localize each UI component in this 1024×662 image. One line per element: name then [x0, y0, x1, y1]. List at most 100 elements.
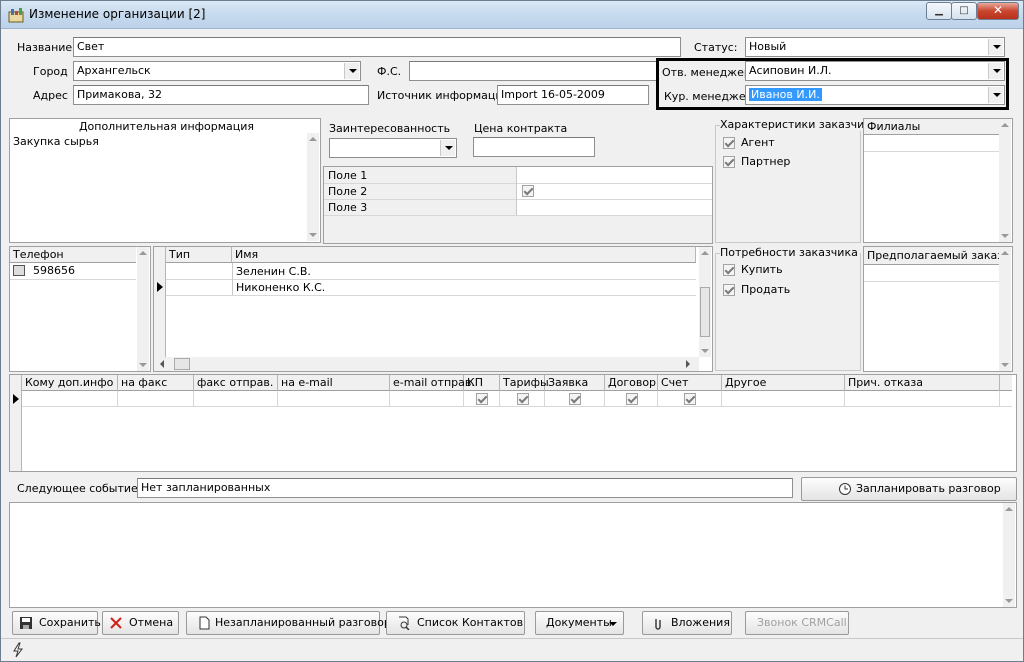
sell-checkbox[interactable]	[723, 284, 735, 296]
dispatch-cell-11[interactable]	[845, 391, 1000, 407]
agent-checkbox[interactable]	[723, 137, 735, 149]
dispatch-cell-6[interactable]	[500, 391, 545, 407]
attachments-label: Вложения	[671, 616, 730, 629]
cur-manager-combo[interactable]: Иванов И.И.	[745, 85, 1005, 105]
custom-field-2-checkbox[interactable]	[522, 185, 534, 197]
scroll-up-icon[interactable]	[1005, 507, 1013, 511]
chevron-down-icon[interactable]	[988, 87, 1003, 103]
dispatch-cell-7[interactable]	[545, 391, 605, 407]
dispatch-cell-2[interactable]	[194, 391, 278, 407]
contact-row-2-name[interactable]: Никоненко К.С.	[236, 281, 325, 294]
dispatch-col-4[interactable]: e-mail отправ.	[390, 375, 475, 391]
dispatch-col-5[interactable]: КП	[464, 375, 500, 391]
crm-call-button[interactable]: Звонок CRMCall	[745, 611, 849, 635]
dispatch-checkbox[interactable]	[569, 393, 581, 405]
name-field[interactable]: Свет	[73, 37, 681, 57]
additional-info-text[interactable]: Закупка сырья	[13, 135, 99, 148]
contacts-list-button[interactable]: Список Контактов	[386, 611, 525, 635]
dispatch-cell-9[interactable]	[658, 391, 722, 407]
interest-combo[interactable]	[329, 138, 457, 158]
dispatch-cell-0[interactable]	[22, 391, 118, 407]
save-button[interactable]: Сохранить	[12, 611, 101, 635]
dispatch-col-2[interactable]: факс отправ.	[194, 375, 278, 391]
scroll-down-icon[interactable]	[701, 349, 709, 353]
notes-scrollbar[interactable]	[1003, 503, 1015, 607]
col-type[interactable]: Тип	[166, 247, 232, 263]
dispatch-col-11[interactable]: Прич. отказа	[845, 375, 1000, 391]
chevron-down-icon[interactable]	[988, 63, 1003, 79]
scroll-up-icon[interactable]	[1001, 123, 1009, 127]
scroll-up-icon[interactable]	[701, 251, 709, 255]
dispatch-cell-3[interactable]	[278, 391, 390, 407]
custom-field-2-label: Поле 2	[328, 185, 368, 198]
contacts-hscrollbar[interactable]	[154, 357, 699, 371]
dispatch-col-0[interactable]: Кому доп.инфо	[22, 375, 118, 391]
dispatch-col-6[interactable]: Тарифы	[500, 375, 549, 391]
scroll-down-icon[interactable]	[139, 363, 147, 367]
scroll-up-icon[interactable]	[309, 137, 317, 141]
app-icon	[8, 8, 24, 23]
address-field[interactable]: Примакова, 32	[73, 85, 369, 105]
dispatch-col-10[interactable]: Другое	[722, 375, 845, 391]
dispatch-col-8[interactable]: Договор	[605, 375, 658, 391]
attachments-button[interactable]: Вложения	[642, 611, 732, 635]
cur-manager-value: Иванов И.И.	[749, 88, 822, 101]
dispatch-col-1[interactable]: на факс	[118, 375, 194, 391]
search-document-icon	[399, 616, 410, 630]
maximize-button[interactable]: □	[951, 2, 977, 20]
dispatch-cell-5[interactable]	[464, 391, 500, 407]
notes-area[interactable]	[9, 502, 1017, 608]
contact-row-1-name[interactable]: Зеленин С.В.	[236, 265, 311, 278]
dispatch-cell-10[interactable]	[722, 391, 845, 407]
documents-button[interactable]: Документы	[535, 611, 624, 635]
dispatch-checkbox[interactable]	[517, 393, 529, 405]
dispatch-cell-1[interactable]	[118, 391, 194, 407]
scroll-up-icon[interactable]	[139, 251, 147, 255]
next-event-field[interactable]: Нет запланированных	[137, 478, 793, 498]
branches-title: Филиалы	[864, 119, 1000, 135]
buy-checkbox[interactable]	[723, 264, 735, 276]
fs-field[interactable]	[409, 61, 657, 81]
minimize-button[interactable]: ▁	[926, 2, 952, 20]
dispatch-col-9[interactable]: Счет	[658, 375, 722, 391]
scroll-up-icon[interactable]	[1001, 251, 1009, 255]
dispatch-cell-8[interactable]	[605, 391, 658, 407]
expected-order-scrollbar[interactable]	[999, 247, 1011, 371]
scroll-down-icon[interactable]	[1001, 363, 1009, 367]
scroll-right-icon[interactable]	[686, 360, 690, 368]
chevron-down-icon[interactable]	[344, 63, 359, 79]
status-combo[interactable]: Новый	[745, 37, 1005, 57]
contacts-vscrollbar[interactable]	[699, 247, 711, 357]
unplanned-call-button[interactable]: Незапланированный разговор	[186, 611, 391, 635]
cancel-button[interactable]: Отмена	[102, 611, 179, 635]
additional-info-scrollbar[interactable]	[307, 133, 319, 241]
scroll-down-icon[interactable]	[1005, 599, 1013, 603]
current-row-indicator	[157, 282, 163, 292]
dispatch-cell-4[interactable]	[390, 391, 464, 407]
title-bar[interactable]: Изменение организации [2] ▁ □ ✕	[1, 1, 1023, 29]
scroll-down-icon[interactable]	[309, 233, 317, 237]
dispatch-checkbox[interactable]	[626, 393, 638, 405]
phones-scrollbar[interactable]	[137, 247, 149, 371]
branches-scrollbar[interactable]	[999, 119, 1011, 242]
hscroll-thumb[interactable]	[174, 358, 190, 370]
city-combo[interactable]: Архангельск	[73, 61, 361, 81]
dispatch-checkbox[interactable]	[684, 393, 696, 405]
col-name[interactable]: Имя	[232, 247, 696, 263]
dispatch-checkbox[interactable]	[476, 393, 488, 405]
contract-price-field[interactable]	[473, 137, 595, 157]
close-button[interactable]: ✕	[977, 2, 1019, 20]
phone-number[interactable]: 598656	[33, 264, 75, 277]
chevron-down-icon[interactable]	[988, 39, 1003, 55]
resp-manager-combo[interactable]: Асиповин И.Л.	[745, 61, 1005, 81]
needs-title: Потребности заказчика	[720, 246, 860, 259]
chevron-down-icon[interactable]	[440, 140, 455, 156]
schedule-call-button[interactable]: Запланировать разговор	[801, 477, 1017, 501]
scroll-thumb[interactable]	[700, 287, 710, 337]
partner-checkbox[interactable]	[723, 156, 735, 168]
dispatch-col-7[interactable]: Заявка	[545, 375, 605, 391]
source-field[interactable]: Import 16-05-2009	[497, 85, 649, 105]
scroll-down-icon[interactable]	[1001, 234, 1009, 238]
scroll-left-icon[interactable]	[160, 360, 164, 368]
dispatch-col-3[interactable]: на e-mail	[278, 375, 390, 391]
